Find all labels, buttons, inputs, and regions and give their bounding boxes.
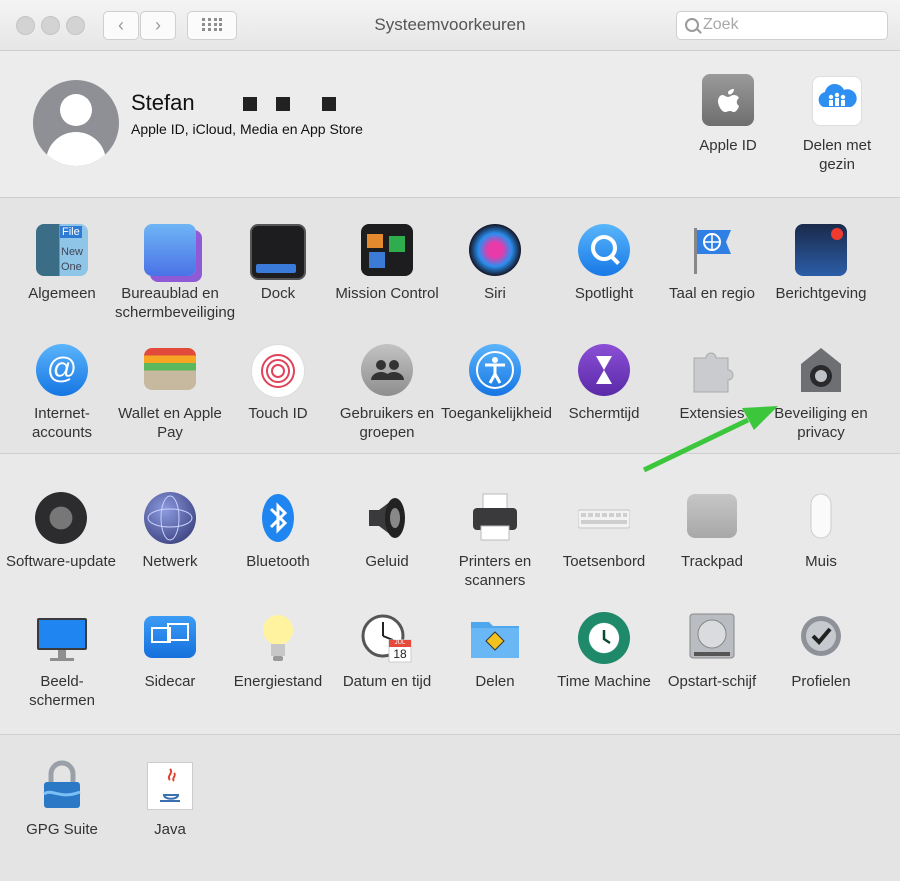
- annotation-arrow: [642, 406, 778, 473]
- system-preferences-window: ‹ › Systeemvoorkeuren Zoek Stefan Apple …: [0, 0, 900, 881]
